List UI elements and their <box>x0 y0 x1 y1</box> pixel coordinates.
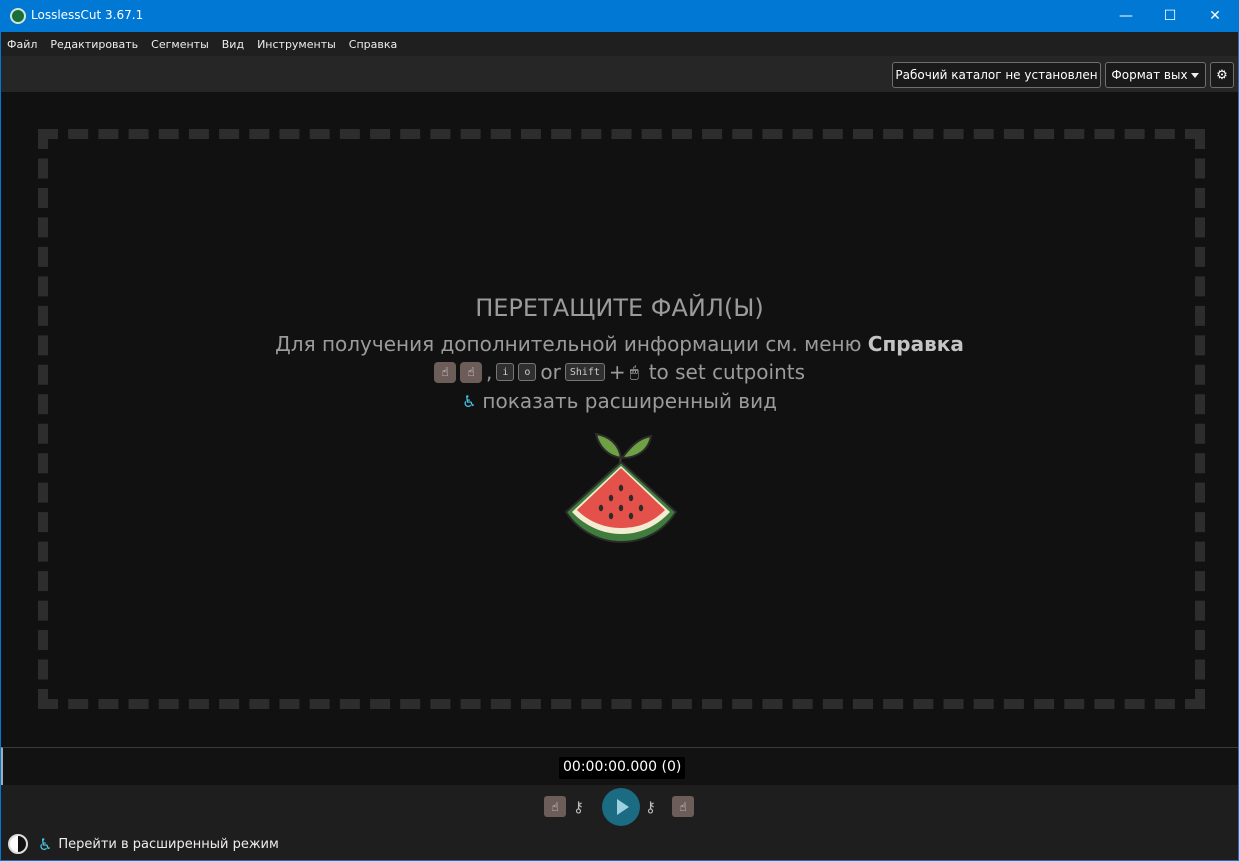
app-logo-icon <box>10 8 26 24</box>
app-window: Файл Редактировать Сегменты Вид Инструме… <box>1 32 1238 860</box>
timeline[interactable]: 00:00:00.000 (0) <box>1 747 1238 785</box>
menu-tools[interactable]: Инструменты <box>257 38 336 51</box>
window-title: LosslessCut 3.67.1 <box>31 8 144 22</box>
baby-icon: ♿ <box>462 391 477 411</box>
close-button[interactable]: ✕ <box>1192 0 1238 32</box>
play-icon <box>616 799 629 815</box>
baby-icon: ♿ <box>38 835 53 854</box>
advanced-mode-label: Перейти в расширенный режим <box>58 837 279 852</box>
menu-file[interactable]: Файл <box>7 38 37 51</box>
current-time[interactable]: 00:00:00.000 (0) <box>559 757 686 779</box>
jump-cut-end-key-icon[interactable]: ⚷ <box>645 798 656 816</box>
menu-segments[interactable]: Сегменты <box>151 38 209 51</box>
drop-zone-border <box>38 129 1205 709</box>
working-directory-button[interactable]: Рабочий каталог не установлен <box>892 62 1101 88</box>
set-cut-end-icon[interactable]: ☝ <box>459 361 482 383</box>
menu-bar: Файл Редактировать Сегменты Вид Инструме… <box>1 32 1238 56</box>
cutpoint-hint: ☝ ☝ , i o or Shift + 🖱 to set cutpoints <box>1 360 1238 384</box>
watermelon-logo <box>564 432 678 544</box>
key-shift: Shift <box>564 363 605 381</box>
maximize-button[interactable]: ☐ <box>1147 0 1193 32</box>
yin-yang-icon[interactable] <box>8 834 28 854</box>
play-button[interactable] <box>602 788 640 826</box>
file-drop-zone[interactable]: ПЕРЕТАЩИТЕ ФАЙЛ(Ы) Для получения дополни… <box>1 92 1238 747</box>
help-hint-text: Для получения дополнительной информации … <box>275 332 862 356</box>
output-format-select[interactable]: Формат вых <box>1105 62 1206 88</box>
menu-edit[interactable]: Редактировать <box>50 38 138 51</box>
playback-controls: ☝ ⚷ ⚷ ☝ ♿ Перейти в расширенный режим <box>1 785 1238 860</box>
advanced-view-text: показать расширенный вид <box>482 389 777 413</box>
title-bar: LosslessCut 3.67.1 — ☐ ✕ <box>0 0 1239 32</box>
menu-view[interactable]: Вид <box>222 38 244 51</box>
menu-help[interactable]: Справка <box>349 38 397 51</box>
plus-text: + <box>608 360 626 384</box>
minimize-button[interactable]: — <box>1103 0 1149 32</box>
help-hint: Для получения дополнительной информации … <box>1 332 1238 356</box>
chevron-down-icon <box>1191 73 1199 78</box>
advanced-view-hint[interactable]: ♿ показать расширенный вид <box>1 389 1238 413</box>
top-toolbar: Рабочий каталог не установлен Формат вых… <box>1 56 1238 92</box>
gear-icon[interactable]: ⚙ <box>1210 62 1234 88</box>
jump-cut-start-key-icon[interactable]: ⚷ <box>573 798 584 816</box>
advanced-mode-link[interactable]: ♿ Перейти в расширенный режим <box>38 835 279 854</box>
output-format-label: Формат вых <box>1111 68 1188 82</box>
set-cut-start-button[interactable]: ☝ <box>544 796 566 817</box>
key-i: i <box>496 363 515 381</box>
key-o: o <box>518 363 537 381</box>
or-text: or <box>540 360 561 384</box>
comma: , <box>485 360 493 384</box>
set-cut-start-icon[interactable]: ☝ <box>433 361 456 383</box>
mouse-icon: 🖱 <box>629 363 639 381</box>
cutpoints-text: to set cutpoints <box>648 360 806 384</box>
drop-title: ПЕРЕТАЩИТЕ ФАЙЛ(Ы) <box>475 294 764 322</box>
set-cut-end-button[interactable]: ☝ <box>672 796 694 817</box>
help-menu-name: Справка <box>867 332 964 356</box>
